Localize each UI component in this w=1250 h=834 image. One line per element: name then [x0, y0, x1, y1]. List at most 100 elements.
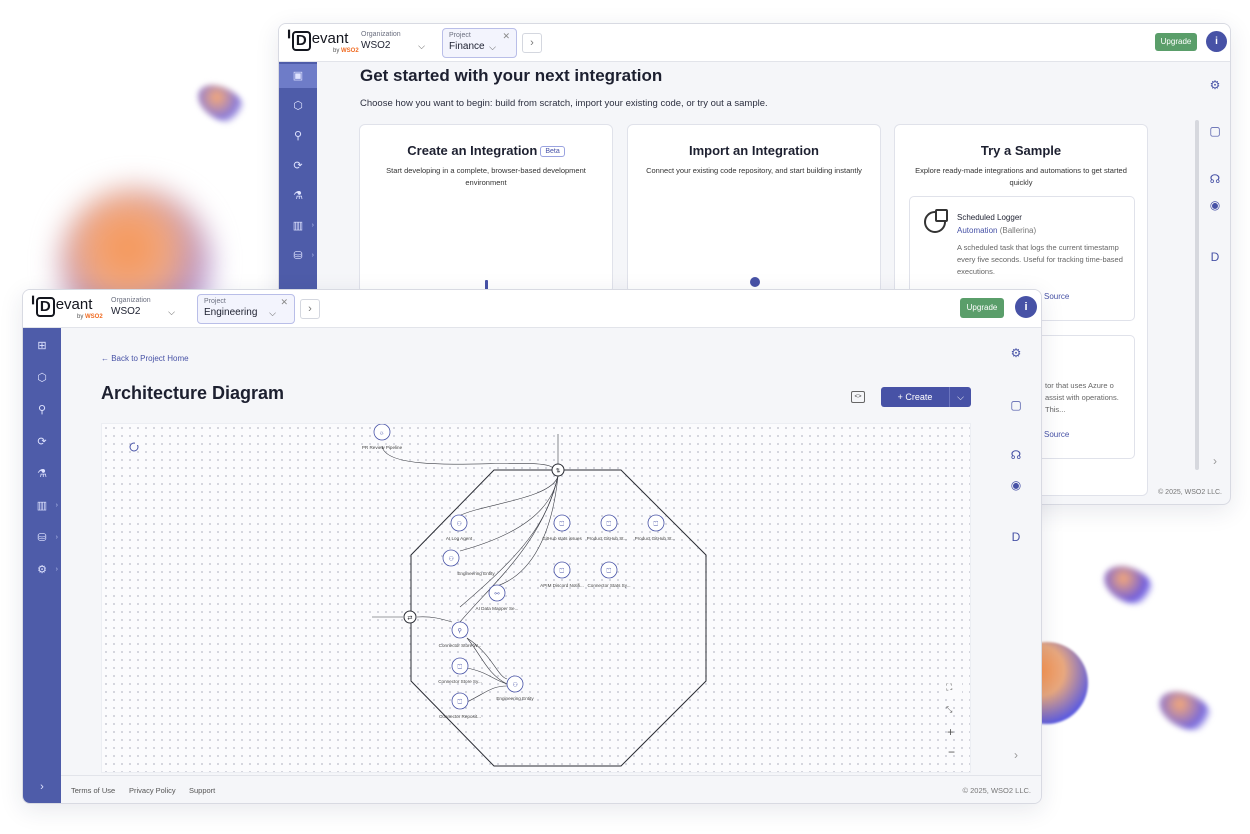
svg-text:AI Data Mapper Se...: AI Data Mapper Se...	[476, 606, 519, 611]
component-node[interactable]: ⏍ Product GitHub St...	[587, 514, 628, 541]
forward-button[interactable]: ›	[522, 33, 542, 53]
organization-selector[interactable]: Organization WSO2 ⌵	[361, 28, 431, 58]
sidebar-item-insights[interactable]: ▥ ›	[279, 214, 317, 238]
robot-icon[interactable]: ⚙	[1007, 344, 1025, 362]
svg-text:⤡: ⤡	[946, 705, 953, 714]
sample-source-link[interactable]: Source	[1044, 430, 1069, 439]
svg-text:☼: ☼	[379, 431, 385, 437]
sidebar-item-deploy[interactable]: ⟳	[23, 430, 61, 454]
project-selector[interactable]: Project Finance ✕ ⌵	[442, 28, 517, 58]
svg-text:⚇: ⚇	[457, 521, 462, 528]
svg-text:⚇: ⚇	[449, 556, 454, 563]
chevron-right-icon[interactable]: ›	[1007, 746, 1025, 764]
footer: Terms of Use Privacy Policy Support © 20…	[61, 775, 1041, 803]
collapse-icon[interactable]: ⤡	[946, 705, 953, 714]
docs-icon[interactable]: D	[1206, 248, 1224, 266]
close-icon[interactable]: ✕	[280, 297, 288, 308]
chevron-down-icon: ⌵	[168, 307, 175, 317]
svg-text:⏍: ⏍	[654, 521, 659, 528]
egress-gateway-node[interactable]: ⇄	[403, 610, 417, 624]
component-node[interactable]: ⚇ AI Log Agent	[446, 514, 473, 541]
sidebar-item-overview[interactable]: ▣	[279, 64, 317, 88]
copyright: © 2025, WSO2 LLC.	[962, 786, 1031, 795]
inbox-icon[interactable]: ▢	[1206, 122, 1224, 140]
user-avatar[interactable]: i	[1206, 31, 1227, 52]
svg-text:⏍: ⏍	[458, 664, 463, 671]
sidebar-item-deploy[interactable]: ⟳	[279, 154, 317, 178]
ingress-gateway-node[interactable]: ⇅	[551, 463, 565, 477]
chevron-down-icon: ⌵	[489, 42, 496, 52]
chevron-right-icon[interactable]: ›	[1206, 452, 1224, 470]
support-icon[interactable]: ☊	[1007, 446, 1025, 464]
architecture-diagram-canvas[interactable]: ⇅ ⇄ ☼ PR Review Pipeline ⚇ AI Log Agent …	[101, 423, 971, 773]
sidebar-item-insights[interactable]: ▥ ›	[23, 494, 61, 518]
devant-logo: ᑊ Devant by WSO2	[31, 294, 103, 320]
sidebar-item-test[interactable]: ⚗	[279, 184, 317, 208]
support-icon[interactable]: ☊	[1206, 170, 1224, 188]
forward-button[interactable]: ›	[300, 299, 320, 319]
sidebar-item-test[interactable]: ⚗	[23, 462, 61, 486]
terms-link[interactable]: Terms of Use	[71, 786, 115, 795]
component-node[interactable]: ☼ PR Review Pipeline	[362, 424, 403, 450]
upgrade-button[interactable]: Upgrade	[1155, 33, 1197, 51]
support-link[interactable]: Support	[189, 786, 215, 795]
component-node[interactable]: ⚲ Connector Store W...	[439, 621, 482, 648]
docs-icon[interactable]: D	[1007, 528, 1025, 546]
discord-icon[interactable]: ◉	[1206, 196, 1224, 214]
sidebar-collapse-button[interactable]: ›	[23, 775, 61, 799]
svg-text:APIM Discord Notifi...: APIM Discord Notifi...	[540, 583, 584, 588]
inbox-icon[interactable]: ▢	[1007, 396, 1025, 414]
svg-text:Connector Store W...: Connector Store W...	[439, 643, 482, 648]
create-integration-card[interactable]: Create an Integration Beta Start developi…	[359, 124, 613, 294]
component-node[interactable]: ⏍ Connector Stats Sy...	[587, 561, 631, 588]
copyright: © 2025, WSO2 LLC.	[1158, 489, 1222, 496]
svg-text:⚇: ⚇	[513, 682, 518, 689]
svg-text:Connector Store Sy...: Connector Store Sy...	[438, 679, 482, 684]
chevron-down-icon[interactable]: ⌵	[949, 387, 971, 407]
import-integration-card[interactable]: Import an Integration Connect your exist…	[627, 124, 881, 294]
sidebar-item-dependencies[interactable]: ⚲	[279, 124, 317, 148]
svg-text:⏍: ⏍	[607, 568, 612, 575]
privacy-link[interactable]: Privacy Policy	[129, 786, 176, 795]
svg-text:+: +	[947, 725, 954, 739]
sidebar-item-components[interactable]: ⬡	[279, 94, 317, 118]
document-icon	[935, 209, 948, 222]
component-node[interactable]: ⏍ APIM Discord Notifi...	[540, 561, 584, 588]
sidebar-item-dependencies[interactable]: ⚲	[23, 398, 61, 422]
svg-text:Engineering Entity: Engineering Entity	[457, 571, 495, 576]
close-icon[interactable]: ✕	[502, 31, 510, 42]
robot-icon[interactable]: ⚙	[1206, 76, 1224, 94]
create-button[interactable]: + Create ⌵	[881, 387, 971, 407]
scrollbar[interactable]	[1195, 120, 1199, 470]
component-node[interactable]: ⏍ Connector Store Sy...	[438, 657, 482, 684]
svg-text:⏍: ⏍	[458, 699, 463, 706]
sidebar-item-admin[interactable]: ⛁ ›	[23, 526, 61, 550]
back-to-project-link[interactable]: ← Back to Project Home	[101, 354, 189, 363]
component-node[interactable]: ⏍ GitHub stats issues	[542, 514, 582, 541]
svg-text:⇅: ⇅	[556, 468, 561, 475]
user-avatar[interactable]: i	[1015, 296, 1037, 318]
svg-text:⏍: ⏍	[607, 521, 612, 528]
sidebar-item-settings[interactable]: ⚙ ›	[23, 558, 61, 582]
upgrade-button[interactable]: Upgrade	[960, 298, 1004, 318]
refresh-icon[interactable]	[129, 441, 139, 452]
decor-sphere	[1098, 558, 1160, 612]
zoom-in-button[interactable]: +	[947, 725, 954, 739]
component-node[interactable]: ⚇ Engineering Entity	[496, 675, 534, 701]
code-view-button[interactable]: <>	[851, 391, 865, 403]
project-selector[interactable]: Project Engineering ✕ ⌵	[197, 294, 295, 324]
sidebar-item-admin[interactable]: ⛁ ›	[279, 244, 317, 268]
svg-text:GitHub stats issues: GitHub stats issues	[542, 536, 582, 541]
component-node[interactable]: ⏍ Connector Reposit...	[439, 692, 481, 719]
svg-text:PR Review Pipeline: PR Review Pipeline	[362, 445, 403, 450]
sidebar: ⊞ ⬡ ⚲ ⟳ ⚗ ▥ › ⛁ › ⚙ › ›	[23, 328, 61, 803]
discord-icon[interactable]: ◉	[1007, 476, 1025, 494]
svg-text:⏍: ⏍	[560, 521, 565, 528]
organization-selector[interactable]: Organization WSO2 ⌵	[111, 294, 181, 324]
zoom-out-button[interactable]: −	[948, 745, 955, 759]
sidebar-item-components[interactable]: ⬡	[23, 366, 61, 390]
component-node[interactable]: ⚇ Engineering Entity	[442, 549, 495, 576]
sample-source-link[interactable]: Source	[1044, 292, 1069, 301]
sidebar-item-overview[interactable]: ⊞	[23, 334, 61, 358]
fit-screen-icon[interactable]: ⛶	[942, 677, 962, 695]
